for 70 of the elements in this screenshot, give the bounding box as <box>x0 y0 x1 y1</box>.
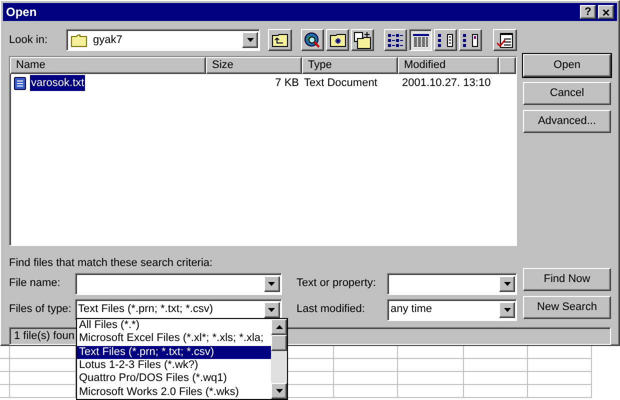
list-view-icon <box>388 34 404 46</box>
properties-view-icon <box>438 34 454 46</box>
dropdown-field[interactable]: any time <box>387 298 518 320</box>
scroll-up-icon <box>276 325 282 329</box>
dropdown-arrow-icon <box>268 308 276 312</box>
dropdown-option[interactable]: All Files (*.*) <box>77 319 271 332</box>
status-text: 1 file(s) foun <box>14 328 75 344</box>
file-modified: 2001.10.27. 13:10 <box>401 76 492 91</box>
dropdown-arrow-icon <box>504 282 511 286</box>
dropdown-option[interactable]: Quattro Pro/DOS Files (*.wq1) <box>77 372 271 386</box>
text-file-icon <box>14 76 26 90</box>
field-value: any time <box>390 302 432 318</box>
field-label: Look in: <box>9 32 49 48</box>
window-title: Open <box>6 4 38 21</box>
dropdown-arrow-button[interactable] <box>242 32 258 48</box>
dropdown-arrow-button[interactable] <box>264 276 280 292</box>
dropdown-arrow-icon <box>246 38 254 42</box>
details-view-icon <box>412 34 428 46</box>
dropdown-field[interactable] <box>75 272 282 294</box>
preview-view-icon <box>462 34 478 46</box>
close-button[interactable]: × <box>598 5 614 19</box>
look-in-dropdown[interactable]: gyak7 <box>66 29 260 51</box>
help-button[interactable]: ? <box>580 5 596 19</box>
dropdown-field[interactable] <box>387 272 518 294</box>
checked-document-icon <box>497 32 513 48</box>
search-button[interactable]: New Search <box>523 296 611 319</box>
folder-icon <box>71 34 87 46</box>
new-folder-icon <box>330 33 346 47</box>
folder-name: gyak7 <box>93 32 124 48</box>
dialog-button[interactable]: Cancel <box>523 82 611 105</box>
dialog-button[interactable]: Advanced... <box>523 110 611 133</box>
scroll-down-button[interactable] <box>271 383 287 399</box>
search-heading: Find files that match these search criteria: <box>9 256 214 271</box>
up-folder-icon <box>272 33 288 47</box>
toolbar-button[interactable] <box>301 29 324 51</box>
scrollbar[interactable] <box>271 319 287 399</box>
field-label: Last modified: <box>296 302 366 318</box>
search-button[interactable]: Find Now <box>523 268 611 291</box>
column-header[interactable]: Modified <box>398 57 499 74</box>
dropdown-arrow-icon <box>504 308 511 312</box>
dropdown-option[interactable]: Microsoft Works 2.0 Files (*.wks) <box>77 386 271 399</box>
column-header[interactable]: Type <box>302 57 398 74</box>
file-size: 7 KB <box>274 76 300 91</box>
up-one-level-button[interactable] <box>268 29 292 51</box>
dialog-button[interactable]: Open <box>523 54 611 77</box>
scroll-down-icon <box>276 389 282 393</box>
column-header[interactable]: Name <box>10 57 206 74</box>
tools-button[interactable] <box>493 29 517 51</box>
dropdown-arrow-button[interactable] <box>499 302 516 318</box>
toolbar-button[interactable] <box>326 29 349 51</box>
toolbar-button[interactable] <box>351 29 374 51</box>
dropdown-option[interactable]: Lotus 1-2-3 Files (*.wk?) <box>77 358 271 372</box>
scroll-up-button[interactable] <box>271 319 287 335</box>
dropdown-option[interactable]: Text Files (*.prn; *.txt; *.csv) <box>77 346 271 359</box>
globe-search-icon <box>304 32 321 48</box>
field-label: Text or property: <box>296 276 377 292</box>
dropdown-field[interactable]: Text Files (*.prn; *.txt; *.csv) <box>75 298 282 320</box>
dropdown-arrow-button[interactable] <box>264 302 280 318</box>
field-label: Files of type: <box>9 302 72 318</box>
file-type: Text Document <box>303 76 378 91</box>
file-name[interactable]: varosok.txt <box>30 74 86 92</box>
view-button[interactable] <box>409 29 432 51</box>
field-label: File name: <box>9 276 62 292</box>
field-value: Text Files (*.prn; *.txt; *.csv) <box>78 302 214 318</box>
dropdown-arrow-icon <box>268 282 276 286</box>
dropdown-option[interactable]: Microsoft Excel Files (*.xl*; *.xls; *.xla; <box>77 332 271 346</box>
column-header[interactable]: Size <box>206 57 302 74</box>
scroll-thumb[interactable] <box>271 335 287 351</box>
add-favorite-icon <box>354 32 371 48</box>
dropdown-arrow-button[interactable] <box>499 276 516 292</box>
